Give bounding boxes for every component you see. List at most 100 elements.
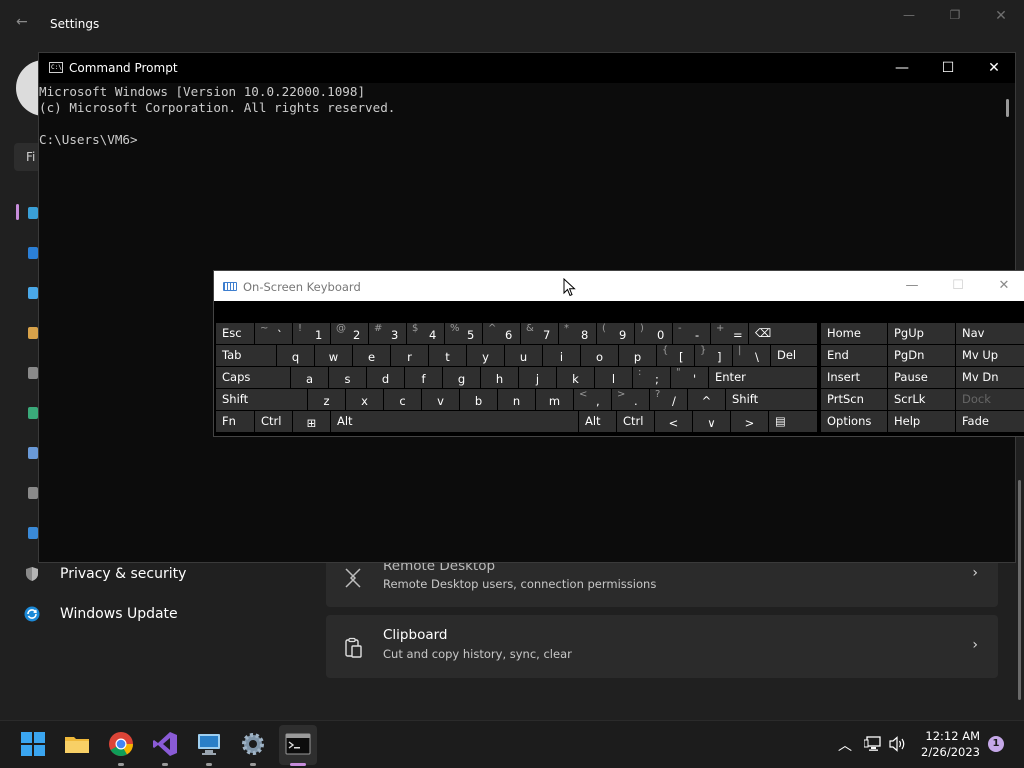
osk-nav-key[interactable]: Home: [821, 323, 887, 344]
osk-key[interactable]: Esc: [216, 323, 254, 344]
osk-key[interactable]: r: [391, 345, 428, 366]
osk-key[interactable]: * 8: [559, 323, 596, 344]
osk-key[interactable]: g: [443, 367, 480, 388]
osk-key[interactable]: <: [655, 411, 692, 432]
network-icon[interactable]: [864, 736, 882, 752]
osk-key[interactable]: m: [536, 389, 573, 410]
osk-nav-key[interactable]: End: [821, 345, 887, 366]
osk-key[interactable]: Alt: [579, 411, 616, 432]
osk-key[interactable]: q: [277, 345, 314, 366]
clipboard-card[interactable]: Clipboard Cut and copy history, sync, cl…: [326, 615, 998, 678]
osk-key[interactable]: ∨: [693, 411, 730, 432]
maximize-icon[interactable]: ☐: [925, 53, 971, 83]
osk-nav-key[interactable]: Options: [821, 411, 887, 432]
minimize-icon[interactable]: —: [889, 271, 935, 301]
osk-key[interactable]: <,: [574, 389, 611, 410]
osk-nav-key[interactable]: Dock: [956, 389, 1024, 410]
chevron-up-icon[interactable]: ︿: [838, 735, 852, 755]
osk-key[interactable]: j: [519, 367, 556, 388]
osk-key[interactable]: h: [481, 367, 518, 388]
osk-titlebar[interactable]: On-Screen Keyboard — ☐ ✕: [214, 271, 1024, 301]
folder-icon[interactable]: [64, 731, 90, 757]
osk-key[interactable]: Tab: [216, 345, 276, 366]
system-clock[interactable]: 12:12 AM 2/26/2023: [918, 728, 980, 760]
remote-desktop-icon[interactable]: [196, 731, 222, 757]
osk-key[interactable]: ) 0: [635, 323, 672, 344]
osk-key[interactable]: t: [429, 345, 466, 366]
cmd-scroll-thumb[interactable]: [1006, 99, 1009, 117]
osk-key[interactable]: ▤: [769, 411, 817, 432]
cmd-titlebar[interactable]: C:\ Command Prompt — ☐ ✕: [39, 53, 1015, 83]
osk-nav-key[interactable]: Pause: [888, 367, 955, 388]
osk-nav-key[interactable]: Fade: [956, 411, 1024, 432]
osk-key[interactable]: z: [308, 389, 345, 410]
osk-key[interactable]: --: [673, 323, 710, 344]
osk-key[interactable]: & 7: [521, 323, 558, 344]
minimize-icon[interactable]: —: [886, 8, 932, 26]
osk-key[interactable]: Enter: [709, 367, 817, 388]
osk-key[interactable]: e: [353, 345, 390, 366]
osk-key[interactable]: $4: [407, 323, 444, 344]
osk-key[interactable]: ? /: [650, 389, 687, 410]
osk-key[interactable]: s: [329, 367, 366, 388]
osk-key[interactable]: {[: [657, 345, 694, 366]
osk-nav-key[interactable]: Nav: [956, 323, 1024, 344]
osk-key[interactable]: Shift: [216, 389, 307, 410]
osk-key[interactable]: ~ `: [255, 323, 292, 344]
osk-key[interactable]: Fn: [216, 411, 254, 432]
osk-key[interactable]: f: [405, 367, 442, 388]
osk-nav-key[interactable]: ScrLk: [888, 389, 955, 410]
osk-key[interactable]: i: [543, 345, 580, 366]
on-screen-keyboard-window[interactable]: On-Screen Keyboard — ☐ ✕ Esc ~ `! 1 @2 #3 $4% 5…: [213, 270, 1024, 437]
osk-key[interactable]: a: [291, 367, 328, 388]
osk-key[interactable]: v: [422, 389, 459, 410]
osk-key[interactable]: (9: [597, 323, 634, 344]
windows-start-icon[interactable]: [20, 731, 46, 757]
osk-key[interactable]: >: [731, 411, 768, 432]
osk-key[interactable]: ⌫: [749, 323, 817, 344]
osk-key[interactable]: w: [315, 345, 352, 366]
osk-key[interactable]: ⊞: [293, 411, 330, 432]
osk-nav-key[interactable]: Mv Up: [956, 345, 1024, 366]
osk-key[interactable]: @2: [331, 323, 368, 344]
osk-key[interactable]: Del: [771, 345, 817, 366]
osk-key[interactable]: l: [595, 367, 632, 388]
osk-key[interactable]: :;: [633, 367, 670, 388]
osk-nav-key[interactable]: Mv Dn: [956, 367, 1024, 388]
maximize-icon[interactable]: ☐: [935, 271, 981, 301]
close-icon[interactable]: ✕: [971, 53, 1017, 83]
volume-icon[interactable]: [889, 736, 907, 752]
osk-key[interactable]: " ': [671, 367, 708, 388]
osk-key[interactable]: }]: [695, 345, 732, 366]
cmd-output[interactable]: Microsoft Windows [Version 10.0.22000.10…: [39, 84, 395, 148]
osk-key[interactable]: Shift: [726, 389, 817, 410]
osk-key[interactable]: Ctrl: [255, 411, 292, 432]
osk-key[interactable]: #3: [369, 323, 406, 344]
osk-key[interactable]: y: [467, 345, 504, 366]
osk-key[interactable]: Alt: [331, 411, 578, 432]
osk-key[interactable]: c: [384, 389, 421, 410]
minimize-icon[interactable]: —: [879, 53, 925, 83]
osk-nav-key[interactable]: PgUp: [888, 323, 955, 344]
chrome-icon[interactable]: [108, 731, 134, 757]
osk-key[interactable]: Ctrl: [617, 411, 654, 432]
osk-key[interactable]: % 5: [445, 323, 482, 344]
osk-key[interactable]: o: [581, 345, 618, 366]
osk-key[interactable]: k: [557, 367, 594, 388]
osk-key[interactable]: u: [505, 345, 542, 366]
osk-key[interactable]: p: [619, 345, 656, 366]
osk-key[interactable]: n: [498, 389, 535, 410]
osk-key[interactable]: ^ 6: [483, 323, 520, 344]
gear-icon[interactable]: [240, 731, 266, 757]
settings-scrollbar[interactable]: [1018, 480, 1021, 700]
osk-key[interactable]: + =: [711, 323, 748, 344]
osk-nav-key[interactable]: PrtScn: [821, 389, 887, 410]
restore-icon[interactable]: ❐: [932, 8, 978, 26]
visual-studio-icon[interactable]: [152, 731, 178, 757]
close-icon[interactable]: ✕: [981, 271, 1024, 301]
notification-badge[interactable]: 1: [988, 736, 1004, 752]
sidebar-item-windows-update[interactable]: Windows Update: [24, 599, 178, 629]
osk-key[interactable]: | \: [733, 345, 770, 366]
osk-key[interactable]: d: [367, 367, 404, 388]
osk-nav-key[interactable]: Insert: [821, 367, 887, 388]
